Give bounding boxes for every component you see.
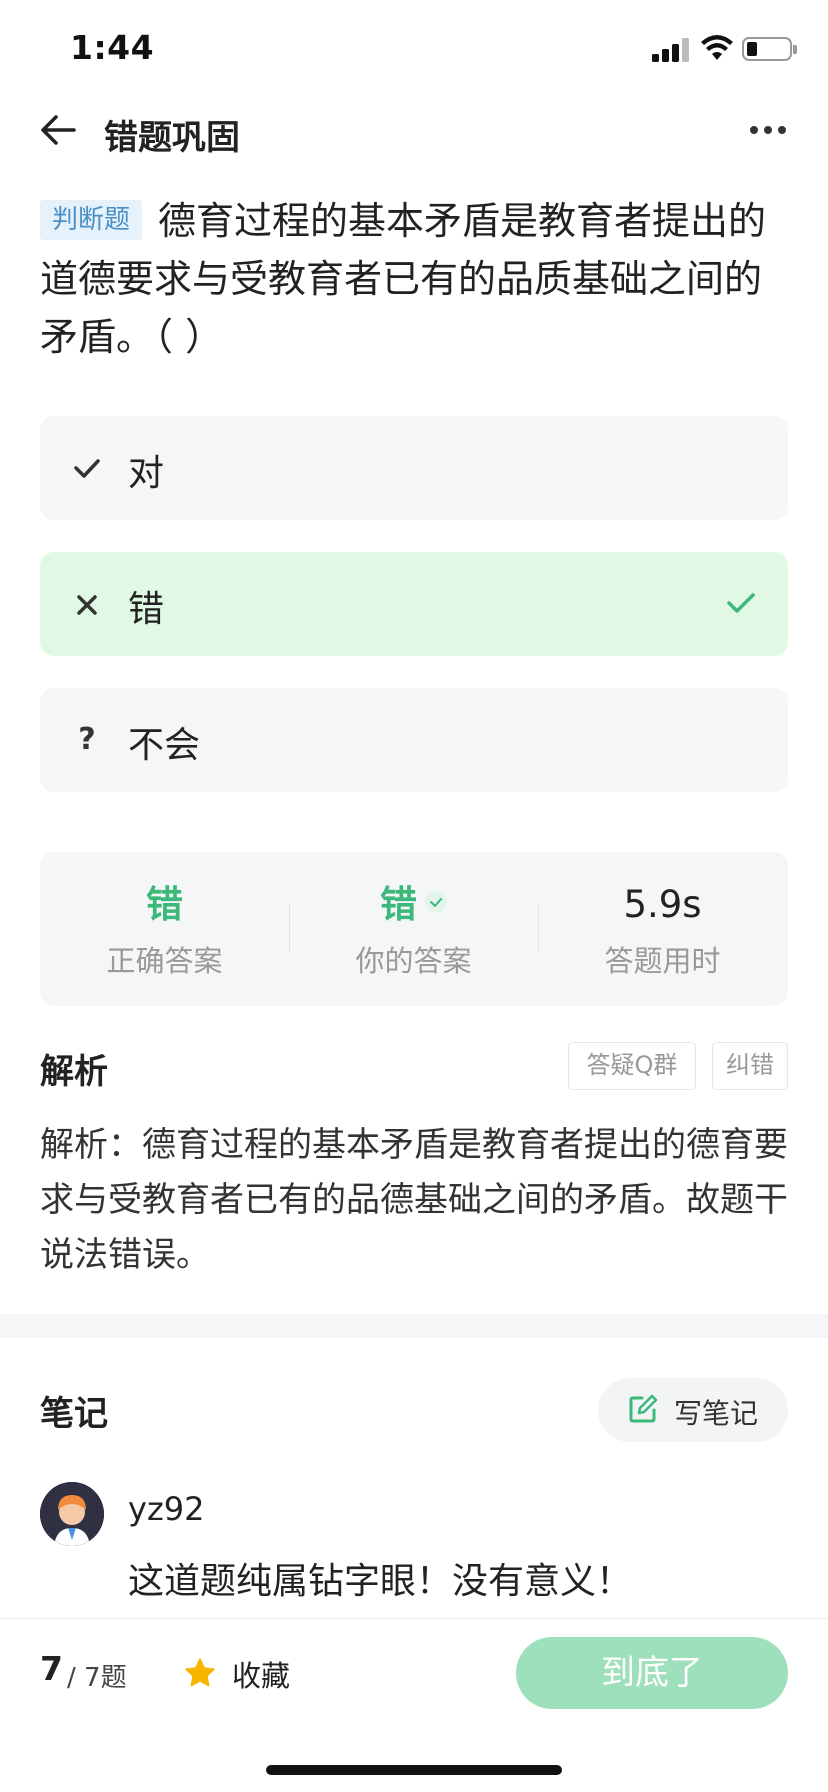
- home-indicator[interactable]: [266, 1765, 562, 1775]
- avatar[interactable]: [40, 1482, 104, 1546]
- report-error-button[interactable]: 纠错: [712, 1042, 788, 1090]
- correct-answer: 错 正确答案: [40, 882, 289, 980]
- your-answer: 错 你的答案: [289, 882, 538, 980]
- total-questions: / 7题: [67, 1663, 127, 1693]
- current-question-number: 7: [40, 1649, 63, 1688]
- note-text: 这道题纯属钻字眼！没有意义！: [128, 1561, 633, 1602]
- status-time: 1:44: [70, 28, 155, 67]
- more-icon[interactable]: [748, 118, 788, 142]
- answer-time-label: 答题用时: [604, 944, 721, 978]
- option-true[interactable]: 对: [40, 416, 788, 520]
- battery-icon: [742, 37, 797, 61]
- answer-time-value: 5.9s: [623, 883, 702, 926]
- small-check-icon: [425, 891, 447, 913]
- status-bar: 1:44: [0, 0, 828, 96]
- back-arrow-icon[interactable]: [38, 110, 78, 150]
- question-text: 德育过程的基本矛盾是教育者提出的道德要求与受教育者已有的品质基础之间的矛盾。（ …: [40, 199, 767, 359]
- edit-icon: [629, 1394, 658, 1423]
- question-type-tag: 判断题: [40, 200, 143, 240]
- your-answer-label: 你的答案: [355, 944, 472, 978]
- favorite-label[interactable]: 收藏: [232, 1653, 290, 1695]
- check-icon: [74, 459, 100, 478]
- correct-answer-value: 错: [146, 883, 183, 926]
- answer-time: 5.9s 答题用时: [538, 882, 787, 980]
- page-title: 错题巩固: [104, 118, 240, 158]
- qa-group-button[interactable]: 答疑Q群: [568, 1042, 696, 1090]
- notes-title: 笔记: [40, 1394, 108, 1434]
- option-unknown[interactable]: ? 不会: [40, 688, 788, 792]
- question-stem: 判断题 德育过程的基本矛盾是教育者提出的道德要求与受教育者已有的品质基础之间的矛盾…: [40, 192, 790, 366]
- write-note-button[interactable]: 写笔记: [598, 1378, 788, 1442]
- wifi-icon: [701, 35, 733, 60]
- end-button[interactable]: 到底了: [516, 1637, 788, 1709]
- section-divider: [0, 1314, 828, 1338]
- star-icon[interactable]: [184, 1657, 216, 1689]
- option-label: 对: [128, 453, 165, 494]
- signal-icon: [652, 38, 690, 62]
- note-username: yz92: [128, 1490, 205, 1528]
- bottom-bar: 7 / 7题 收藏 到底了: [0, 1618, 828, 1792]
- option-label: 错: [128, 589, 165, 630]
- analysis-title: 解析: [40, 1052, 108, 1092]
- option-label: 不会: [128, 725, 201, 766]
- analysis-text: 解析：德育过程的基本矛盾是教育者提出的德育要求与受教育者已有的品德基础之间的矛盾…: [40, 1125, 788, 1275]
- nav-bar: 错题巩固: [0, 96, 828, 168]
- write-note-label: 写笔记: [674, 1397, 759, 1430]
- correct-answer-label: 正确答案: [106, 944, 223, 978]
- cross-icon: [77, 595, 97, 615]
- answer-summary: 错 正确答案 错 你的答案 5.9s 答题用时: [40, 852, 788, 1006]
- option-false[interactable]: 错: [40, 552, 788, 656]
- question-mark-icon: ?: [78, 722, 96, 757]
- correct-check-icon: [727, 593, 755, 613]
- your-answer-value: 错: [380, 883, 417, 926]
